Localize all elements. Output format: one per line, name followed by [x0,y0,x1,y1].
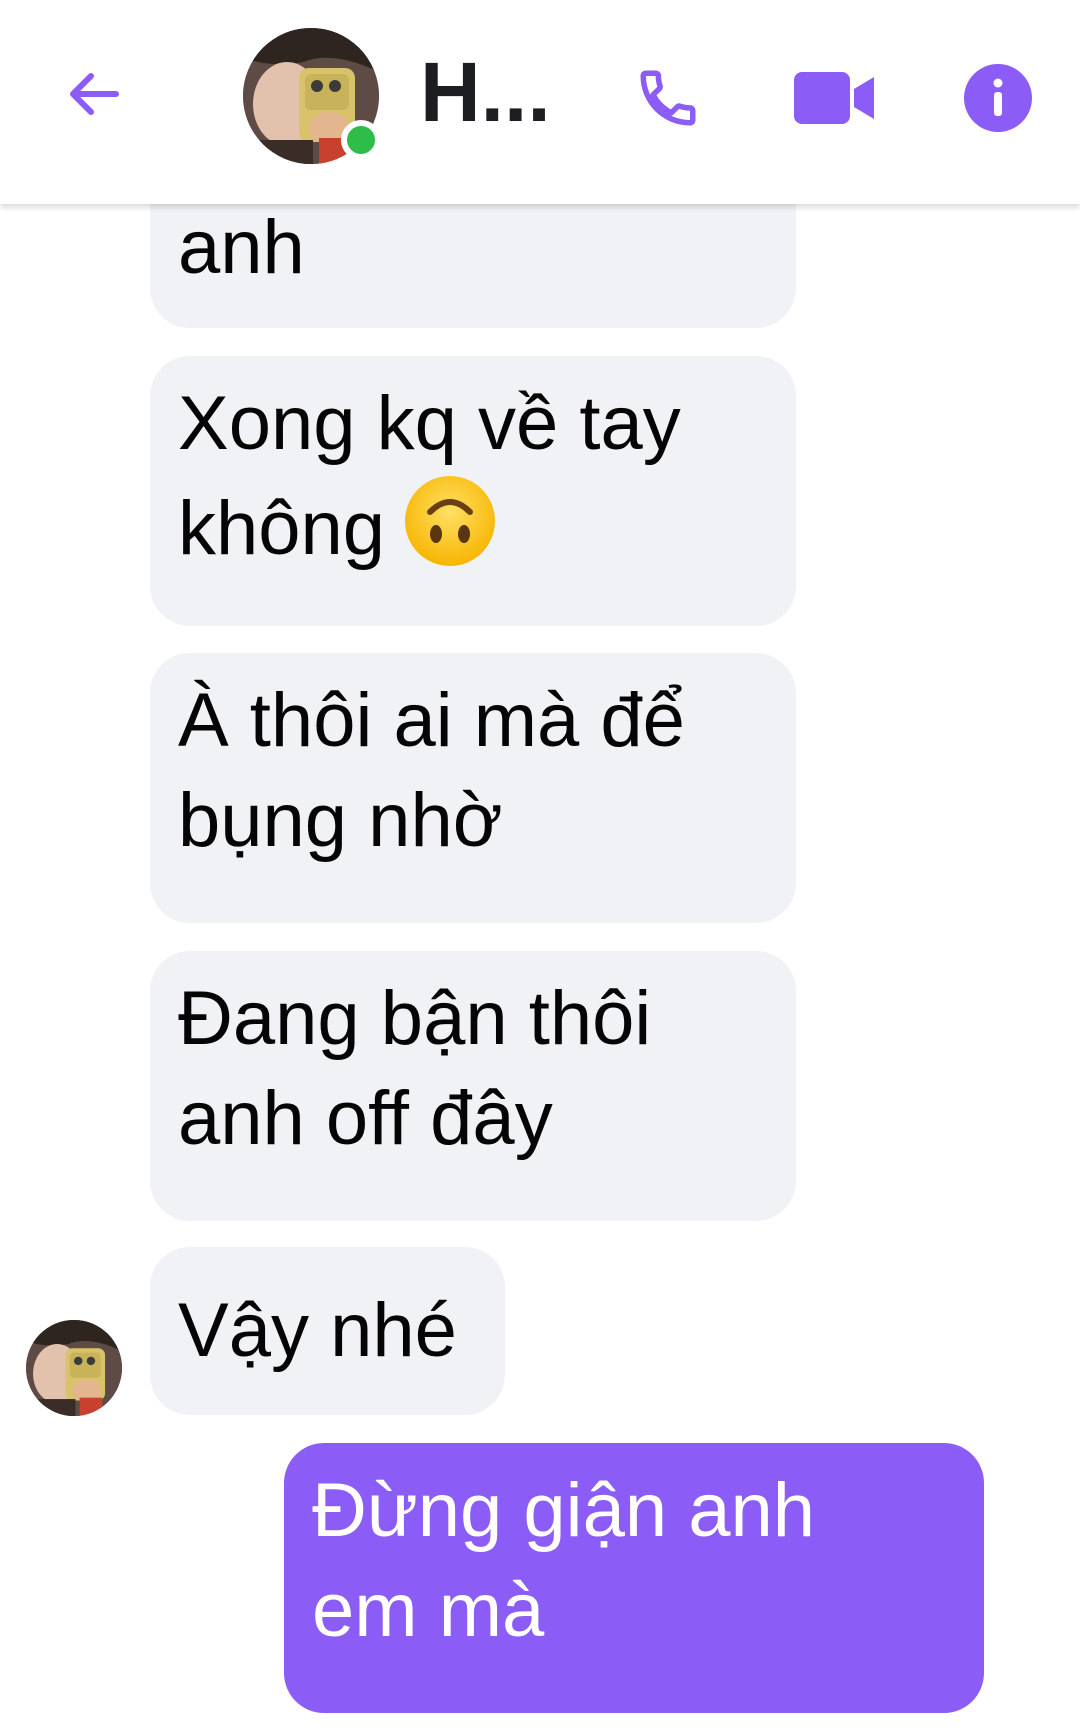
message-text-line: bụng nhờ [178,778,503,863]
back-button[interactable] [58,58,130,130]
message-text-line: Xong kq về tay [178,381,681,466]
contact-name[interactable]: H... [420,40,551,144]
conversation-header: H... [0,0,1080,204]
back-arrow-icon [70,73,119,115]
conversation-info-button[interactable] [956,56,1040,140]
outgoing-message[interactable]: Đừng giận anh em mà [284,1443,984,1713]
incoming-message[interactable]: Vậy nhé [150,1247,505,1415]
message-text-line: Đừng giận anh [312,1468,816,1553]
message-text-line: Đang bận thôi [178,976,652,1061]
audio-call-button[interactable] [626,56,710,140]
upside-down-face-emoji-icon [403,474,497,568]
message-text-line: Vậy nhé [178,1288,457,1373]
message-text-line: em mà [312,1568,545,1653]
incoming-message[interactable]: À thôi ai mà để bụng nhờ [150,653,796,923]
message-text-line: anh [178,205,305,290]
message-text-line: À thôi ai mà để [178,678,685,763]
video-call-button[interactable] [786,56,882,140]
incoming-message[interactable]: Xong kq về tay không [150,356,796,626]
phone-icon [640,70,696,126]
info-icon [964,64,1032,132]
chat-screen: H... anh Xong kq về tay không À thôi ai … [0,0,1080,1733]
contact-avatar[interactable] [243,28,381,164]
message-text-line: không [178,486,386,571]
sender-avatar[interactable] [26,1320,122,1416]
message-text-line: anh off đây [178,1076,553,1161]
video-camera-icon [794,72,874,124]
online-status-dot [341,120,381,160]
incoming-message[interactable]: Đang bận thôi anh off đây [150,951,796,1221]
